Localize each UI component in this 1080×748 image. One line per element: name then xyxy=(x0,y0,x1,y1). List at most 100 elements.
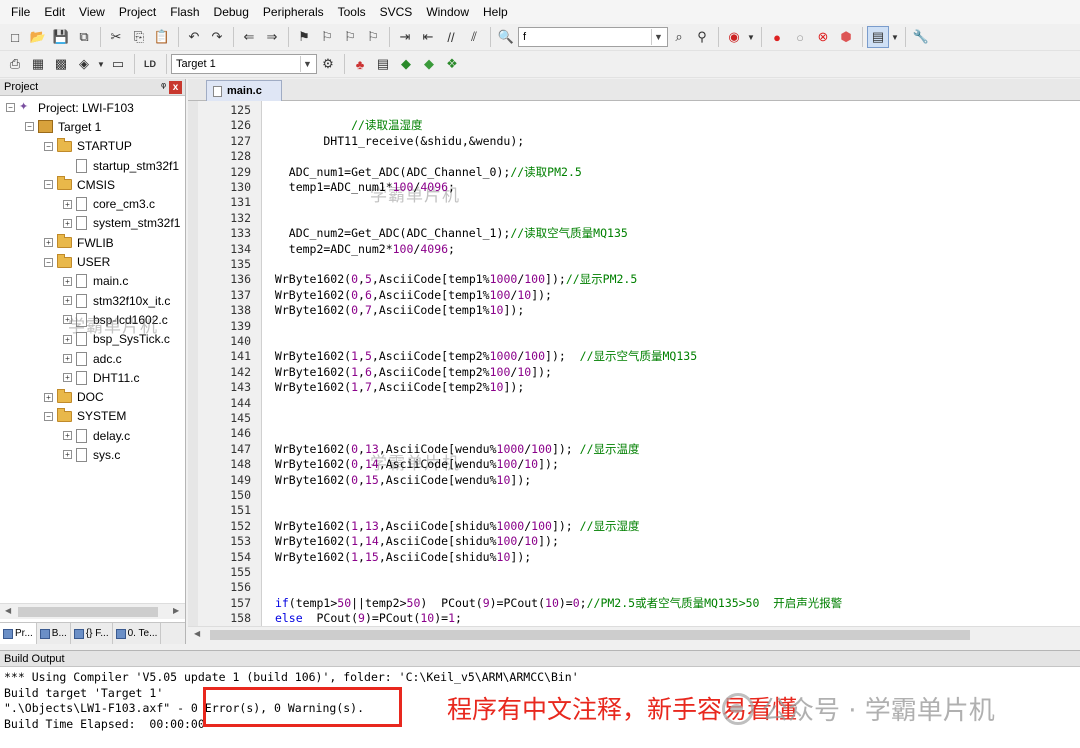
tree-item[interactable]: + delay.c xyxy=(0,426,185,445)
batch-build-icon[interactable]: ◈ xyxy=(73,53,95,75)
panel-tab[interactable]: B... xyxy=(37,623,71,644)
scroll-left-icon[interactable]: ◀ xyxy=(5,606,11,615)
new-file-icon[interactable]: □ xyxy=(4,26,26,48)
select-packs-icon[interactable]: ◆ xyxy=(395,53,417,75)
tree-item[interactable]: − Target 1 xyxy=(0,117,185,136)
rebuild-icon[interactable]: ▩ xyxy=(50,53,72,75)
menu-window[interactable]: Window xyxy=(419,0,476,24)
nav-forward-icon[interactable]: ⇒ xyxy=(261,26,283,48)
expand-icon[interactable]: + xyxy=(44,238,53,248)
breakpoint-insert-icon[interactable]: ● xyxy=(766,26,788,48)
collapse-icon[interactable]: − xyxy=(44,141,53,151)
chevron-down-icon[interactable]: ▼ xyxy=(651,29,665,45)
tree-item[interactable]: − STARTUP xyxy=(0,137,185,156)
editor-scrollbar[interactable]: ◀ xyxy=(188,626,1080,642)
tree-item[interactable]: + main.c xyxy=(0,272,185,291)
panel-tab[interactable]: {} F... xyxy=(71,623,113,644)
code-editor[interactable]: 学霸单片机 学霸单片机 125 126 //读取温湿度 127 DHT11_rece… xyxy=(188,101,1080,626)
tree-scrollbar[interactable]: ◀ ▶ xyxy=(0,603,185,619)
scrollbar-thumb[interactable] xyxy=(18,607,158,617)
menu-tools[interactable]: Tools xyxy=(331,0,373,24)
panel-tab[interactable]: 0. Te... xyxy=(113,623,162,644)
editor-tab-main[interactable]: main.c xyxy=(206,80,282,101)
collapse-icon[interactable]: − xyxy=(44,257,53,267)
translate-icon[interactable]: ⎙ xyxy=(4,53,26,75)
nav-back-icon[interactable]: ⇐ xyxy=(238,26,260,48)
expand-icon[interactable]: + xyxy=(63,450,72,460)
menu-project[interactable]: Project xyxy=(112,0,163,24)
redo-icon[interactable]: ↷ xyxy=(206,26,228,48)
tree-item[interactable]: startup_stm32f1 xyxy=(0,156,185,175)
expand-icon[interactable]: + xyxy=(44,392,53,402)
tree-item[interactable]: + DOC xyxy=(0,387,185,406)
menu-svcs[interactable]: SVCS xyxy=(373,0,420,24)
target-options-icon[interactable]: ⚙ xyxy=(317,53,339,75)
bookmark-icon[interactable]: ⚑ xyxy=(293,26,315,48)
expand-icon[interactable]: + xyxy=(63,354,72,363)
tree-item[interactable]: + core_cm3.c xyxy=(0,194,185,213)
find-icon[interactable]: ⌕ xyxy=(668,26,690,48)
manage-components-icon[interactable]: ▤ xyxy=(372,53,394,75)
download-icon[interactable]: LD xyxy=(139,53,161,75)
tree-item[interactable]: + sys.c xyxy=(0,445,185,464)
collapse-icon[interactable]: − xyxy=(44,411,53,421)
tree-item[interactable]: − ✦ Project: LWI-F103 xyxy=(0,98,185,117)
menu-peripherals[interactable]: Peripherals xyxy=(256,0,331,24)
panel-tab[interactable]: Pr... xyxy=(0,623,37,644)
cut-icon[interactable]: ✂ xyxy=(105,26,127,48)
find-in-files-icon[interactable]: 🔍 xyxy=(495,26,517,48)
bookmark-prev-icon[interactable]: ⚐ xyxy=(316,26,338,48)
breakpoint-disable-all-icon[interactable]: ⊗ xyxy=(812,26,834,48)
open-file-icon[interactable]: 📂 xyxy=(27,26,49,48)
breakpoint-disable-icon[interactable]: ○ xyxy=(789,26,811,48)
tree-item[interactable]: − CMSIS xyxy=(0,175,185,194)
configure-icon[interactable]: 🔧 xyxy=(910,26,932,48)
pin-icon[interactable]: ᵠ xyxy=(161,81,166,93)
save-icon[interactable]: 💾 xyxy=(50,26,72,48)
bookmark-next-icon[interactable]: ⚐ xyxy=(339,26,361,48)
breakpoint-kill-all-icon[interactable]: ⬢ xyxy=(835,26,857,48)
chevron-down-icon[interactable]: ▼ xyxy=(96,53,106,75)
stop-build-icon[interactable]: ▭ xyxy=(107,53,129,75)
menu-file[interactable]: File xyxy=(4,0,37,24)
menu-help[interactable]: Help xyxy=(476,0,515,24)
unindent-icon[interactable]: ⇤ xyxy=(417,26,439,48)
menu-debug[interactable]: Debug xyxy=(207,0,256,24)
undo-icon[interactable]: ↶ xyxy=(183,26,205,48)
expand-icon[interactable]: + xyxy=(63,276,72,286)
menu-flash[interactable]: Flash xyxy=(163,0,206,24)
expand-icon[interactable]: + xyxy=(63,296,72,306)
collapse-icon[interactable]: − xyxy=(44,180,53,190)
menu-view[interactable]: View xyxy=(72,0,112,24)
window-layout-icon[interactable]: ▤ xyxy=(867,26,889,48)
expand-icon[interactable]: + xyxy=(63,373,72,383)
scroll-left-icon[interactable]: ◀ xyxy=(194,629,200,638)
tree-item[interactable]: + DHT11.c xyxy=(0,368,185,387)
bookmark-clear-icon[interactable]: ⚐ xyxy=(362,26,384,48)
chevron-down-icon[interactable]: ▼ xyxy=(300,56,314,72)
tree-item[interactable]: + adc.c xyxy=(0,349,185,368)
target-select[interactable]: Target 1 ▼ xyxy=(171,54,317,74)
comment-icon[interactable]: // xyxy=(440,26,462,48)
menu-edit[interactable]: Edit xyxy=(37,0,72,24)
run-time-environment-icon[interactable]: ❖ xyxy=(441,53,463,75)
expand-icon[interactable]: + xyxy=(63,218,72,228)
tree-item[interactable]: + system_stm32f1 xyxy=(0,214,185,233)
close-icon[interactable]: x xyxy=(169,80,182,94)
expand-icon[interactable]: + xyxy=(63,199,72,209)
tree-item[interactable]: + stm32f10x_it.c xyxy=(0,291,185,310)
chevron-down-icon[interactable]: ▼ xyxy=(746,26,756,48)
pack-installer-icon[interactable]: ◆ xyxy=(418,53,440,75)
collapse-icon[interactable]: − xyxy=(25,122,34,132)
save-all-icon[interactable]: ⧉ xyxy=(73,26,95,48)
scrollbar-thumb[interactable] xyxy=(210,630,970,640)
chevron-down-icon[interactable]: ▼ xyxy=(890,26,900,48)
expand-icon[interactable]: + xyxy=(63,431,72,441)
collapse-icon[interactable]: − xyxy=(6,103,15,113)
tree-item[interactable]: − USER xyxy=(0,252,185,271)
tree-item[interactable]: + FWLIB xyxy=(0,233,185,252)
build-icon[interactable]: ▦ xyxy=(27,53,49,75)
scroll-right-icon[interactable]: ▶ xyxy=(173,606,179,615)
file-extensions-icon[interactable]: ♣ xyxy=(349,53,371,75)
debug-start-icon[interactable]: ◉ xyxy=(723,26,745,48)
